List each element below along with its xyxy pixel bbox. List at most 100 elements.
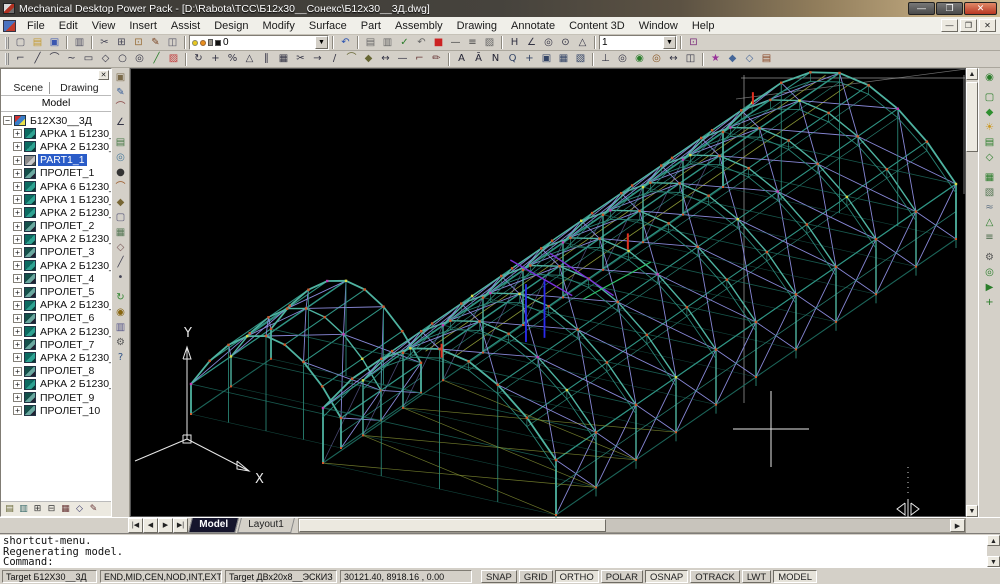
layer-previous-button[interactable]: ↶ bbox=[413, 35, 430, 50]
toggle-osnap[interactable]: OSNAP bbox=[645, 570, 688, 583]
layer-combo-dropdown-icon[interactable]: ▼ bbox=[315, 36, 328, 49]
linetype-button[interactable]: — bbox=[447, 35, 464, 50]
menu-assist[interactable]: Assist bbox=[164, 18, 207, 34]
maximize-button[interactable]: ❐ bbox=[936, 2, 963, 15]
mtext-button[interactable]: N bbox=[487, 52, 504, 67]
command-scrollbar[interactable]: ▲ ▼ bbox=[987, 535, 1000, 567]
materials-library-button[interactable]: ▦ bbox=[982, 170, 998, 185]
hide-button[interactable]: ▢ bbox=[982, 90, 998, 105]
rectangle-button[interactable]: ▭ bbox=[80, 52, 97, 67]
menu-annotate[interactable]: Annotate bbox=[504, 18, 562, 34]
lights-button[interactable]: ☀ bbox=[982, 120, 998, 135]
collapse-icon[interactable]: − bbox=[3, 116, 12, 125]
color-control-button[interactable]: ■ bbox=[430, 35, 447, 50]
tree-item[interactable]: +АРКА 2 Б1230_2 bbox=[1, 206, 111, 219]
tree-item[interactable]: +АРКА 1 Б1230_2 bbox=[1, 193, 111, 206]
expand-icon[interactable]: + bbox=[13, 195, 22, 204]
scroll-right-icon[interactable]: ▶ bbox=[950, 519, 965, 532]
dim-aligned-button[interactable]: ∠ bbox=[523, 35, 540, 50]
tree-item[interactable]: +ПРОЛЕТ_3 bbox=[1, 246, 111, 259]
tree-item[interactable]: −Б12X30__3Д bbox=[1, 114, 111, 127]
circle-button[interactable]: ○ bbox=[114, 52, 131, 67]
expand-icon[interactable]: + bbox=[13, 274, 22, 283]
copy-clip-button[interactable]: ⊞ bbox=[113, 35, 130, 50]
menu-file[interactable]: File bbox=[20, 18, 52, 34]
new-file-button[interactable]: ▢ bbox=[12, 35, 29, 50]
expand-icon[interactable]: + bbox=[13, 222, 22, 231]
array-button[interactable]: ▦ bbox=[275, 52, 292, 67]
hatch-button[interactable]: ▨ bbox=[165, 52, 182, 67]
ucs-world-button[interactable]: ◎ bbox=[614, 52, 631, 67]
match-properties-button[interactable]: ✎ bbox=[147, 35, 164, 50]
expand-icon[interactable]: + bbox=[13, 129, 22, 138]
cmd-scroll-down-icon[interactable]: ▼ bbox=[987, 556, 1000, 567]
tree-item[interactable]: +ПРОЛЕТ_7 bbox=[1, 338, 111, 351]
expand-icon[interactable]: + bbox=[13, 169, 22, 178]
next-tab-icon[interactable]: ▶ bbox=[158, 518, 173, 533]
stretch-button[interactable]: ↔ bbox=[377, 52, 394, 67]
fillet-button[interactable]: ⌒ bbox=[343, 52, 360, 67]
mapping-button[interactable]: ▧ bbox=[982, 185, 998, 200]
toggle-model[interactable]: MODEL bbox=[773, 570, 817, 583]
close-button[interactable]: ✕ bbox=[964, 2, 997, 15]
erase-button[interactable]: ✏ bbox=[428, 52, 445, 67]
tree-item[interactable]: +ПРОЛЕТ_5 bbox=[1, 285, 111, 298]
drawing-manager-button[interactable]: ▤ bbox=[758, 52, 775, 67]
power-snap-button[interactable]: ⊡ bbox=[685, 35, 702, 50]
print-preview-button[interactable]: ◫ bbox=[164, 35, 181, 50]
scale-combo-dropdown-icon[interactable]: ▼ bbox=[663, 36, 676, 49]
tree-item[interactable]: +АРКА 6 Б1230_1 bbox=[1, 180, 111, 193]
power-pack-button[interactable]: ★ bbox=[707, 52, 724, 67]
toggle-lwt[interactable]: LWT bbox=[742, 570, 771, 583]
drawing-browser-button[interactable]: ✎ bbox=[87, 503, 100, 516]
canvas-horizontal-scrollbar[interactable]: ▶ bbox=[298, 518, 966, 533]
mirror-button[interactable]: △ bbox=[241, 52, 258, 67]
tab-model-space[interactable]: Model bbox=[188, 518, 239, 533]
work-plane-button[interactable]: ◇ bbox=[113, 240, 129, 255]
dim-radius-button[interactable]: ◎ bbox=[540, 35, 557, 50]
plot-button[interactable]: ▥ bbox=[71, 35, 88, 50]
tree-item[interactable]: +ПРОЛЕТ_6 bbox=[1, 312, 111, 325]
menu-surface[interactable]: Surface bbox=[302, 18, 354, 34]
shade-button[interactable]: ◆ bbox=[982, 105, 998, 120]
menu-help[interactable]: Help bbox=[685, 18, 722, 34]
break-button[interactable]: / bbox=[326, 52, 343, 67]
expand-icon[interactable]: + bbox=[13, 327, 22, 336]
landscape-button[interactable]: ≡ bbox=[982, 230, 998, 245]
expand-icon[interactable]: + bbox=[13, 288, 22, 297]
scroll-down-icon[interactable]: ▼ bbox=[966, 505, 978, 517]
desktop-browser-button[interactable]: ▥ bbox=[113, 320, 129, 335]
part-modeling-button[interactable]: ◆ bbox=[724, 52, 741, 67]
command-prompt[interactable]: Command: bbox=[3, 557, 987, 568]
move-button[interactable]: + bbox=[207, 52, 224, 67]
scenes-button[interactable]: ▤ bbox=[982, 135, 998, 150]
tab-model[interactable]: Model bbox=[1, 95, 111, 112]
menu-edit[interactable]: Edit bbox=[52, 18, 85, 34]
work-axis-button[interactable]: ╱ bbox=[113, 255, 129, 270]
tree-item[interactable]: +АРКА 2 Б1230_6 bbox=[1, 299, 111, 312]
make-object-layer-button[interactable]: ✓ bbox=[396, 35, 413, 50]
last-tab-icon[interactable]: ▶| bbox=[173, 518, 188, 533]
expand-icon[interactable]: + bbox=[13, 156, 22, 165]
expand-icon[interactable]: + bbox=[13, 182, 22, 191]
tree-item[interactable]: +АРКА 2 Б1230_1 bbox=[1, 140, 111, 153]
shell-button[interactable]: ▢ bbox=[113, 210, 129, 225]
offset-button[interactable]: ∥ bbox=[258, 52, 275, 67]
dim-diameter-button[interactable]: ⊙ bbox=[557, 35, 574, 50]
sketch-button[interactable]: ✎ bbox=[113, 85, 129, 100]
tab-layout1[interactable]: Layout1 bbox=[237, 518, 294, 533]
polygon-button[interactable]: ◇ bbox=[97, 52, 114, 67]
viewports-button[interactable]: ◫ bbox=[682, 52, 699, 67]
tree-item[interactable]: +АРКА 2 Б1230_3 bbox=[1, 233, 111, 246]
expand-icon[interactable]: + bbox=[13, 380, 22, 389]
trim-button[interactable]: ✂ bbox=[292, 52, 309, 67]
line-button[interactable]: ╱ bbox=[29, 52, 46, 67]
raytrace-button[interactable]: + bbox=[982, 295, 998, 310]
browser-up-button[interactable]: ▤ bbox=[3, 503, 16, 516]
3d-orbit-button[interactable]: ◉ bbox=[631, 52, 648, 67]
camera-adjust-button[interactable]: ▶ bbox=[982, 280, 998, 295]
revolve-button[interactable]: ◎ bbox=[113, 150, 129, 165]
text-button[interactable]: A bbox=[453, 52, 470, 67]
named-views-button[interactable]: ▣ bbox=[538, 52, 555, 67]
menu-modify[interactable]: Modify bbox=[255, 18, 301, 34]
